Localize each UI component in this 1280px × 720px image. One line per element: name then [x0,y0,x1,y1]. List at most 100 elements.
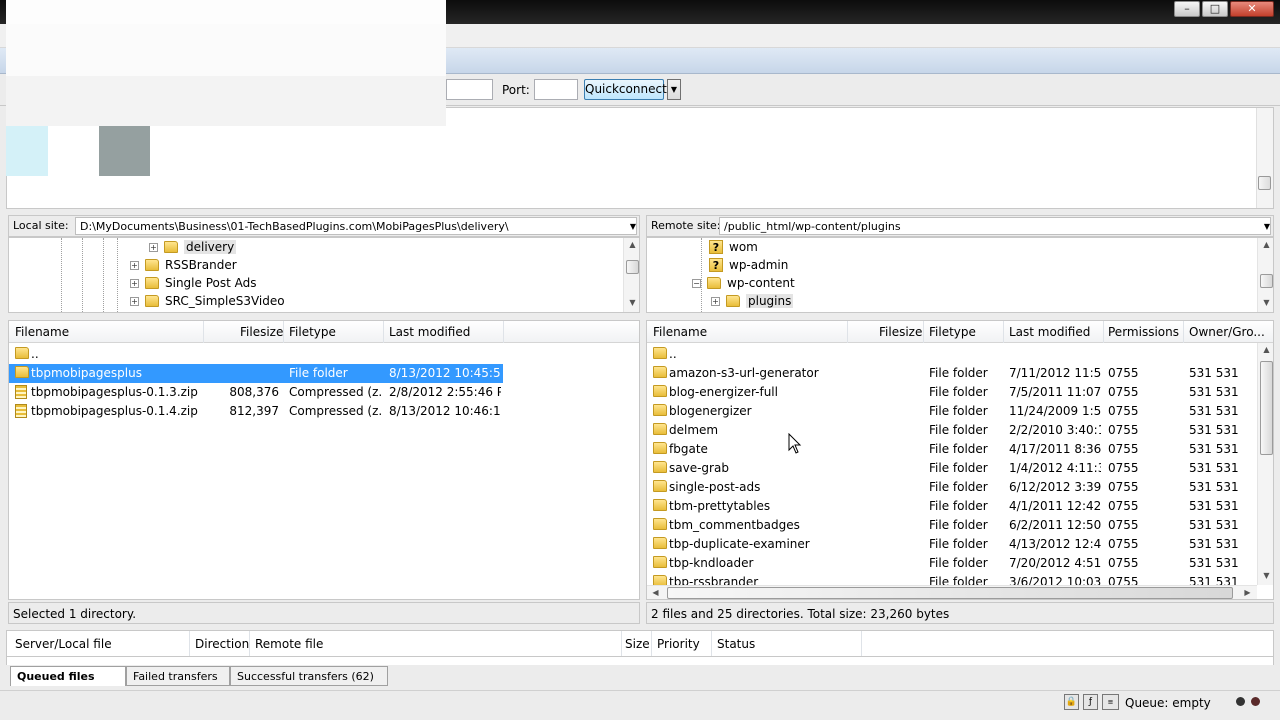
expand-icon[interactable]: + [130,296,139,306]
redacted-region [6,126,48,176]
file-name: tbpmobipagesplus-0.1.4.zip [31,404,198,418]
queue-column-direction[interactable]: Direction [195,637,249,651]
scroll-down-icon[interactable]: ▼ [1258,298,1273,307]
tab-successful-transfers[interactable]: Successful transfers (62) [230,666,388,686]
column-header-filename[interactable]: Filename [15,325,69,339]
expand-icon[interactable]: + [130,260,139,270]
message-log-scroll-thumb[interactable] [1258,176,1271,190]
file-type: File folder [929,518,988,532]
column-header-filetype[interactable]: Filetype [929,325,976,339]
table-row[interactable]: tbpmobipagesplus-0.1.4.zip 812,397 Compres… [9,402,609,421]
password-field[interactable] [446,79,493,100]
tree-item[interactable]: + SRC_SimpleS3Video [130,292,285,310]
column-header-owner-group[interactable]: Owner/Gro... [1189,325,1265,339]
filter-icon[interactable]: ƒ [1083,694,1098,710]
table-row[interactable]: blog-energizer-full File folder 7/5/2011 1… [647,383,1255,402]
file-size: 808,376 [229,385,279,399]
binary-mode-icon[interactable]: ≡ [1102,694,1119,710]
column-header-filesize[interactable]: Filesize [240,325,283,339]
tree-item[interactable]: − wp-content [692,274,795,292]
table-row[interactable]: tbpmobipagesplus-0.1.3.zip 808,376 Compres… [9,383,609,402]
remote-list-hscrollbar[interactable]: ◀ ▶ [647,585,1257,599]
expand-icon[interactable]: + [711,296,720,306]
tree-item[interactable]: + plugins [711,292,794,310]
scroll-down-icon[interactable]: ▼ [1258,571,1273,580]
file-permissions: 0755 [1108,461,1139,475]
local-status: Selected 1 directory. [8,602,640,624]
message-log-scrollbar[interactable] [1256,108,1273,208]
column-header-filesize[interactable]: Filesize [879,325,922,339]
column-header-filetype[interactable]: Filetype [289,325,336,339]
port-input[interactable] [534,79,578,100]
remote-list-scrollbar[interactable]: ▲ ▼ [1257,343,1273,585]
file-permissions: 0755 [1108,556,1139,570]
table-row[interactable]: tbpmobipagesplus File folder 8/13/2012 10:… [9,364,503,383]
scroll-up-icon[interactable]: ▲ [1258,345,1273,354]
tree-item[interactable]: + Single Post Ads [130,274,257,292]
tab-failed-transfers[interactable]: Failed transfers [126,666,230,686]
hscroll-thumb[interactable] [667,587,1233,599]
maximize-button[interactable]: □ [1202,1,1228,17]
redacted-region [6,76,446,126]
scroll-left-icon[interactable]: ◀ [647,588,664,597]
scroll-up-icon[interactable]: ▲ [1258,240,1273,249]
table-row[interactable]: tbp-kndloader File folder 7/20/2012 4:51:.… [647,554,1255,573]
scroll-thumb[interactable] [626,260,639,274]
folder-icon [15,366,29,378]
table-row[interactable]: amazon-s3-url-generator File folder 7/11/2… [647,364,1255,383]
scroll-thumb[interactable] [1260,361,1273,455]
minimize-button[interactable]: – [1174,1,1200,17]
table-row[interactable]: delmem File folder 2/2/2010 3:40:1... 0755 5… [647,421,1255,440]
scroll-right-icon[interactable]: ▶ [1239,588,1256,597]
queue-column-server-local-file[interactable]: Server/Local file [15,637,112,651]
remote-site-path[interactable]: /public_html/wp-content/plugins [719,217,1271,235]
queue-column-remote-file[interactable]: Remote file [255,637,323,651]
queue-column-size[interactable]: Size [625,637,650,651]
scroll-thumb[interactable] [1260,274,1273,288]
table-row[interactable]: .. [647,345,1255,364]
table-row[interactable]: fbgate File folder 4/17/2011 8:36:... 0755 5… [647,440,1255,459]
expand-icon[interactable]: + [149,242,158,252]
chevron-down-icon[interactable]: ▼ [1264,222,1270,231]
file-type: File folder [929,423,988,437]
file-name: tbp-duplicate-examiner [669,537,810,551]
tab-queued-files[interactable]: Queued files [10,666,126,686]
tree-item-label: Single Post Ads [165,276,257,290]
table-row[interactable]: single-post-ads File folder 6/12/2012 3:39… [647,478,1255,497]
scroll-up-icon[interactable]: ▲ [624,240,639,249]
local-tree-scrollbar[interactable]: ▲ ▼ [623,238,639,312]
tree-item[interactable]: ? wp-admin [709,256,788,274]
queue-list [6,657,1274,665]
file-modified: 4/13/2012 12:4... [1009,537,1101,551]
tree-item[interactable]: ? wom [709,238,758,256]
local-site-path[interactable]: D:\MyDocuments\Business\01-TechBasedPlug… [75,217,637,235]
close-button[interactable]: ✕ [1230,1,1274,17]
table-row[interactable]: .. [9,345,609,364]
tree-item[interactable]: + delivery [149,238,237,256]
column-header-filename[interactable]: Filename [653,325,707,339]
chevron-down-icon[interactable]: ▼ [630,222,636,231]
expand-icon[interactable]: + [130,278,139,288]
queue-column-status[interactable]: Status [717,637,755,651]
scroll-down-icon[interactable]: ▼ [624,298,639,307]
remote-tree-scrollbar[interactable]: ▲ ▼ [1257,238,1273,312]
table-row[interactable]: tbm-prettytables File folder 4/1/2011 12:4… [647,497,1255,516]
table-row[interactable]: blogenergizer File folder 11/24/2009 1:5..… [647,402,1255,421]
column-header-last-modified[interactable]: Last modified [389,325,470,339]
table-row[interactable]: tbm_commentbadges File folder 6/2/2011 12:… [647,516,1255,535]
table-row[interactable]: save-grab File folder 1/4/2012 4:11:3... 07… [647,459,1255,478]
column-header-permissions[interactable]: Permissions [1108,325,1179,339]
folder-icon [653,366,667,378]
tree-item[interactable]: + RSSBrander [130,256,237,274]
quickconnect-button[interactable]: Quickconnect [584,79,667,100]
file-name: single-post-ads [669,480,761,494]
file-type: Compressed (z... [289,404,381,418]
transfer-led-icon [1236,697,1245,706]
quickconnect-dropdown-button[interactable]: ▼ [667,79,681,100]
collapse-icon[interactable]: − [692,278,701,288]
column-header-last-modified[interactable]: Last modified [1009,325,1090,339]
file-name: fbgate [669,442,708,456]
queue-column-priority[interactable]: Priority [657,637,700,651]
table-row[interactable]: tbp-duplicate-examiner File folder 4/13/20… [647,535,1255,554]
local-directory-tree: + delivery + RSSBrander + Single Post Ad… [8,237,640,313]
